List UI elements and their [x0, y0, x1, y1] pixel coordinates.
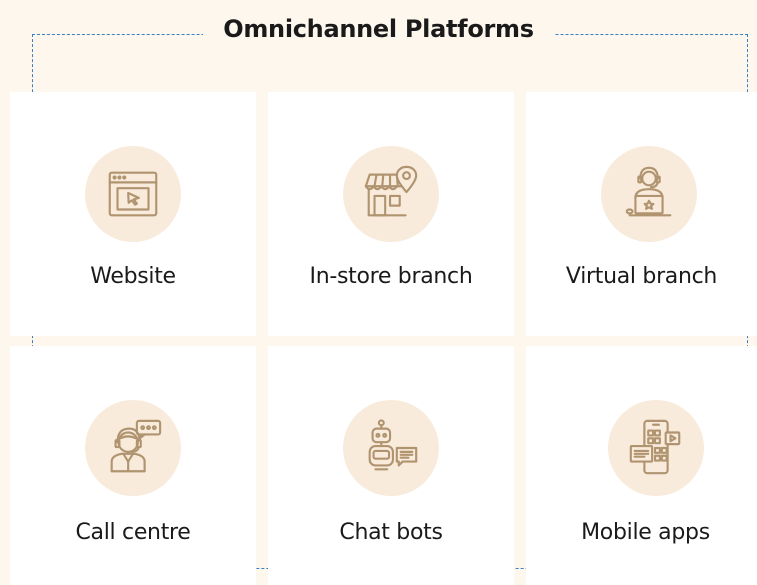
icon-bg	[343, 400, 439, 496]
icon-bg	[608, 400, 704, 496]
platform-card-chat-bots: Chat bots	[268, 346, 514, 585]
platform-card-virtual-branch: Virtual branch	[526, 92, 757, 336]
platform-card-call-centre: Call centre	[10, 346, 256, 585]
mobile-apps-icon	[629, 419, 681, 475]
platform-label: Mobile apps	[581, 520, 710, 545]
platform-label: Chat bots	[339, 520, 443, 545]
icon-bg	[343, 146, 439, 242]
platform-label: In-store branch	[309, 264, 473, 289]
platform-label: Virtual branch	[565, 264, 718, 289]
platform-label: Website	[90, 264, 176, 289]
icon-bg	[85, 400, 181, 496]
platform-label: Call centre	[75, 520, 191, 545]
platforms-grid: Website In-store branch Virtual branch C…	[0, 0, 757, 585]
agent-chat-icon	[110, 419, 162, 473]
icon-bg	[601, 146, 697, 242]
store-location-icon	[364, 165, 418, 217]
platform-card-in-store-branch: In-store branch	[268, 92, 514, 336]
browser-cursor-icon	[108, 171, 158, 217]
robot-chat-icon	[368, 419, 418, 471]
platform-card-mobile-apps: Mobile apps	[526, 346, 757, 585]
headset-laptop-icon	[625, 166, 672, 217]
icon-bg	[85, 146, 181, 242]
platform-card-website: Website	[10, 92, 256, 336]
